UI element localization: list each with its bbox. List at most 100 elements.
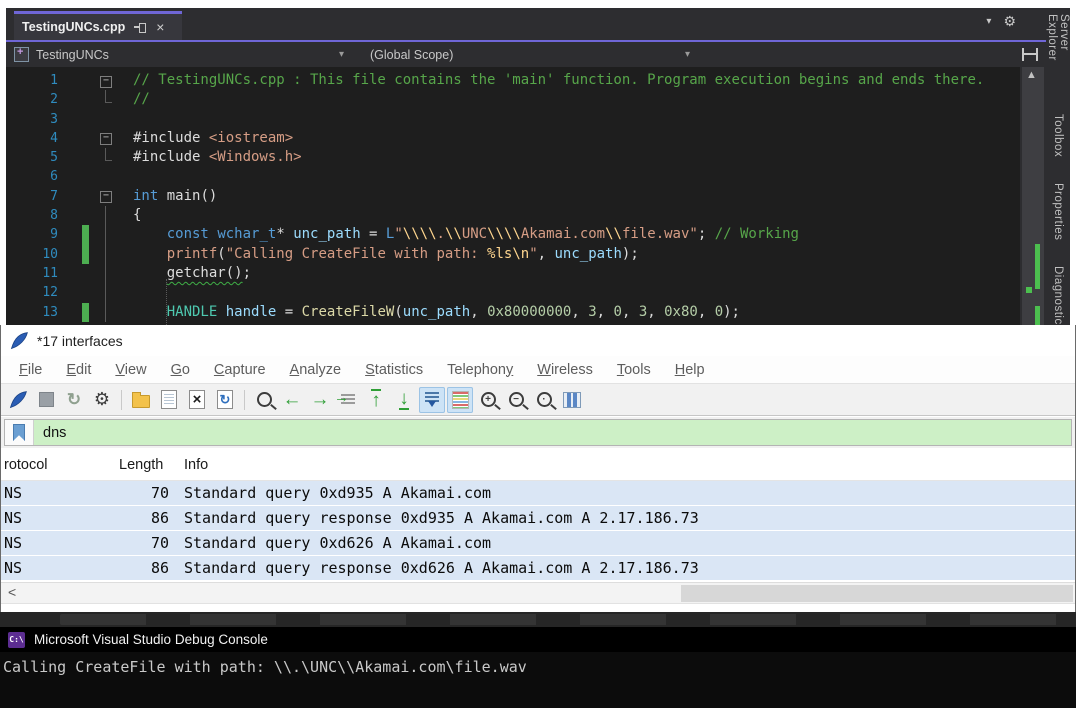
- menu-view[interactable]: View: [103, 360, 158, 380]
- editor-scrollbar[interactable]: ▲: [1022, 67, 1044, 325]
- zoom-in-icon[interactable]: +: [475, 387, 501, 413]
- side-tab-properties[interactable]: Properties: [1052, 183, 1064, 240]
- filter-bookmark-button[interactable]: [5, 420, 34, 445]
- column-header-length[interactable]: Length: [119, 457, 163, 473]
- fold-collapse-icon[interactable]: −: [100, 191, 112, 203]
- menu-capture[interactable]: Capture: [202, 360, 278, 380]
- resize-columns-icon[interactable]: [559, 387, 585, 413]
- console-icon: [8, 632, 25, 648]
- change-bar: [82, 303, 89, 322]
- menu-help[interactable]: Help: [663, 360, 717, 380]
- scroll-up-icon[interactable]: ▲: [1026, 69, 1037, 81]
- column-header-protocol[interactable]: rotocol: [4, 457, 48, 473]
- code-line: 3: [6, 110, 1020, 129]
- fold-end-line: [105, 148, 112, 161]
- cell-length: 70: [101, 481, 169, 505]
- stop-capture-icon[interactable]: [33, 387, 59, 413]
- line-number: 8: [6, 206, 64, 225]
- indent-guide: [166, 279, 167, 325]
- fold-scope-line: [105, 303, 106, 322]
- chevron-down-icon: ▾: [685, 49, 690, 60]
- start-capture-icon[interactable]: [5, 387, 31, 413]
- wireshark-titlebar[interactable]: *17 interfaces: [1, 325, 1075, 356]
- colorize-icon[interactable]: [447, 387, 473, 413]
- scope-dropdown-value: (Global Scope): [370, 48, 453, 62]
- line-number: 5: [6, 148, 64, 167]
- zoom-original-icon[interactable]: ·: [531, 387, 557, 413]
- pin-icon[interactable]: [134, 21, 147, 33]
- vs-tab-title: TestingUNCs.cpp: [22, 20, 125, 34]
- save-file-icon[interactable]: [156, 387, 182, 413]
- menu-wireless[interactable]: Wireless: [525, 360, 605, 380]
- packet-row[interactable]: NS86Standard query response 0xd935 A Aka…: [1, 506, 1075, 530]
- bookmark-icon: [13, 424, 25, 441]
- line-number: 1: [6, 71, 64, 90]
- line-number: 4: [6, 129, 64, 148]
- side-tab-diagnostic[interactable]: Diagnostic: [1052, 266, 1064, 325]
- cell-protocol: NS: [4, 556, 22, 580]
- packet-row[interactable]: NS70Standard query 0xd626 A Akamai.com: [1, 531, 1075, 555]
- packet-row[interactable]: NS86Standard query response 0xd626 A Aka…: [1, 556, 1075, 580]
- reload-file-icon[interactable]: [212, 387, 238, 413]
- toolbar-separator: [244, 390, 245, 410]
- wireshark-window: *17 interfaces FileEditViewGoCaptureAnal…: [0, 325, 1076, 612]
- filter-bar: dns: [1, 417, 1075, 448]
- open-file-icon[interactable]: [128, 387, 154, 413]
- scope-dropdown[interactable]: (Global Scope) ▾: [362, 44, 698, 65]
- menu-edit[interactable]: Edit: [54, 360, 103, 380]
- side-tab-server-explorer[interactable]: Server Explorer: [1046, 14, 1070, 88]
- go-top-icon[interactable]: ↑: [363, 387, 389, 413]
- menu-go[interactable]: Go: [159, 360, 202, 380]
- console-titlebar[interactable]: Microsoft Visual Studio Debug Console: [0, 627, 1076, 652]
- scroll-left-icon[interactable]: <: [8, 584, 16, 600]
- go-back-icon[interactable]: ←: [279, 387, 305, 413]
- menu-telephony[interactable]: Telephony: [435, 360, 525, 380]
- cell-length: 86: [101, 556, 169, 580]
- fold-end-line: [105, 90, 112, 103]
- code-line: 6: [6, 167, 1020, 186]
- gear-icon[interactable]: ⚙: [1003, 13, 1016, 30]
- code-editor[interactable]: 1−// TestingUNCs.cpp : This file contain…: [6, 67, 1020, 325]
- go-bottom-icon[interactable]: ↓: [391, 387, 417, 413]
- cell-info: Standard query 0xd935 A Akamai.com: [184, 481, 491, 505]
- menu-tools[interactable]: Tools: [605, 360, 663, 380]
- find-packet-icon[interactable]: [251, 387, 277, 413]
- scrollbar-thumb[interactable]: [681, 585, 1073, 602]
- vs-document-tab[interactable]: TestingUNCs.cpp ×: [14, 11, 182, 40]
- fold-collapse-icon[interactable]: −: [100, 76, 112, 88]
- background-strip: [0, 612, 1076, 627]
- menu-statistics[interactable]: Statistics: [353, 360, 435, 380]
- wireshark-fin-icon: [9, 331, 29, 351]
- close-file-icon[interactable]: [184, 387, 210, 413]
- fold-scope-line: [105, 264, 106, 283]
- cell-length: 70: [101, 531, 169, 555]
- code-line: 13 HANDLE handle = CreateFileW(unc_path,…: [6, 303, 1020, 322]
- menu-file[interactable]: File: [7, 360, 54, 380]
- restart-capture-icon[interactable]: ↻: [61, 387, 87, 413]
- display-filter-input[interactable]: dns: [34, 420, 1071, 445]
- change-bar: [82, 245, 89, 264]
- chevron-down-icon[interactable]: ▾: [986, 16, 991, 30]
- menu-analyze[interactable]: Analyze: [278, 360, 354, 380]
- close-tab-icon[interactable]: ×: [156, 19, 164, 35]
- go-forward-icon[interactable]: →: [307, 387, 333, 413]
- auto-scroll-icon[interactable]: [419, 387, 445, 413]
- line-number: 7: [6, 187, 64, 206]
- packet-row[interactable]: NS70Standard query 0xd935 A Akamai.com: [1, 481, 1075, 505]
- window-title: *17 interfaces: [37, 333, 123, 349]
- line-number: 10: [6, 245, 64, 264]
- fold-scope-line: [105, 245, 106, 264]
- debug-console-window: Microsoft Visual Studio Debug Console Ca…: [0, 627, 1076, 708]
- split-editor-icon[interactable]: [1022, 48, 1038, 61]
- capture-options-icon[interactable]: ⚙: [89, 387, 115, 413]
- zoom-out-icon[interactable]: −: [503, 387, 529, 413]
- fold-collapse-icon[interactable]: −: [100, 133, 112, 145]
- horizontal-scrollbar[interactable]: <: [1, 582, 1075, 604]
- code-line: 7−int main(): [6, 187, 1020, 206]
- side-tab-toolbox[interactable]: Toolbox: [1052, 114, 1064, 157]
- column-header-info[interactable]: Info: [184, 457, 208, 473]
- go-to-packet-icon[interactable]: [335, 387, 361, 413]
- change-mark: [1035, 244, 1040, 289]
- type-dropdown[interactable]: TestingUNCs ▾: [6, 44, 352, 65]
- packet-list-header: rotocol Length Info: [1, 453, 1075, 481]
